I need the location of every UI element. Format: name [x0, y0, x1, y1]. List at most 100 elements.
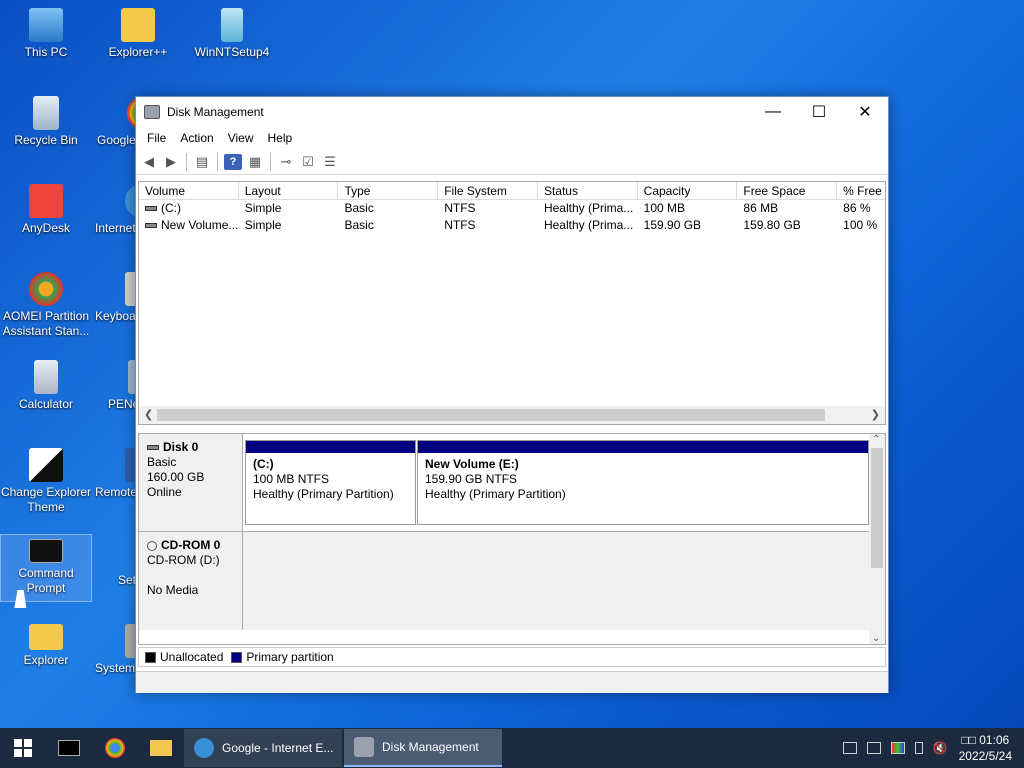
- capacity-cell: 100 MB: [643, 201, 686, 215]
- toolbar-separator: [217, 152, 218, 171]
- clock[interactable]: □□ 01:06 2022/5/24: [953, 732, 1024, 764]
- taskbar-task-disk-management[interactable]: Disk Management: [344, 729, 502, 767]
- type-cell: Basic: [344, 201, 374, 215]
- desktop-icon-calculator[interactable]: Calculator: [0, 360, 92, 412]
- desktop-icon-label: AOMEI Partition Assistant Stan...: [2, 309, 90, 338]
- desktop-icon-label: Recycle Bin: [14, 133, 78, 147]
- taskbar-explorer[interactable]: [138, 728, 184, 768]
- desktop-icon-explorer[interactable]: Explorer: [0, 624, 92, 668]
- setup-icon: [221, 8, 243, 42]
- desktop-icon-label: Internet: [95, 221, 136, 235]
- disk-icon: [147, 445, 159, 451]
- minimize-button[interactable]: —: [750, 97, 796, 127]
- chevron-up-icon[interactable]: ⌃: [872, 434, 880, 445]
- partition-size: 100 MB NTFS: [253, 472, 330, 486]
- disk-label: CD-ROM 0 CD-ROM (D:) No Media: [139, 532, 243, 630]
- network-icon[interactable]: [842, 742, 857, 754]
- drive-icon: [145, 206, 157, 212]
- desktop-icon-set-resolution[interactable]: Set Reso: [92, 536, 136, 588]
- chevron-left-icon[interactable]: ❮: [144, 408, 153, 421]
- desktop-icon-command-prompt[interactable]: Command Prompt: [0, 534, 92, 602]
- column-header-free-space[interactable]: Free Space: [737, 182, 838, 199]
- help-icon[interactable]: ?: [224, 153, 242, 170]
- desktop-icon-label: Calculator: [18, 397, 74, 411]
- desktop-icon-aomei[interactable]: AOMEI Partition Assistant Stan...: [0, 272, 92, 339]
- back-arrow-icon[interactable]: ◀: [140, 154, 158, 170]
- chevron-right-icon[interactable]: ❯: [871, 408, 880, 421]
- disk-label: Disk 0 Basic 160.00 GB Online: [139, 434, 243, 531]
- desktop-icon-anydesk[interactable]: AnyDesk: [0, 184, 92, 236]
- desktop-icon-label: Explorer: [23, 653, 69, 667]
- table-row[interactable]: (C:) Simple Basic NTFS Healthy (Prima...…: [139, 200, 885, 217]
- disk-state: Online: [147, 485, 182, 499]
- desktop-icon-explorerpp[interactable]: Explorer++: [92, 8, 184, 60]
- desktop-icon-penet[interactable]: PENe: [92, 360, 136, 412]
- terminal-icon: [29, 539, 63, 563]
- chevron-down-icon[interactable]: ⌄: [872, 633, 880, 644]
- usb-icon[interactable]: [914, 742, 923, 754]
- file-system-cell: NTFS: [444, 201, 476, 215]
- display-color-icon[interactable]: [890, 742, 905, 754]
- menu-action[interactable]: Action: [173, 131, 220, 145]
- desktop-icon-this-pc[interactable]: This PC: [0, 8, 92, 60]
- desktop-icon-recycle-bin[interactable]: Recycle Bin: [0, 96, 92, 148]
- disk-row-cd-rom-0[interactable]: CD-ROM 0 CD-ROM (D:) No Media: [139, 532, 871, 630]
- connect-disk-icon[interactable]: ⊸: [277, 154, 295, 170]
- vertical-scrollbar[interactable]: ⌃ ⌄: [869, 434, 885, 644]
- column-header-capacity[interactable]: Capacity: [638, 182, 738, 199]
- toolbar: ◀ ▶ ▤ ? ▦ ⊸ ☑ ☰: [136, 149, 888, 175]
- close-button[interactable]: ✕: [842, 97, 888, 127]
- calculator-icon: [34, 360, 58, 394]
- taskbar-task-internet-explorer[interactable]: Google - Internet E...: [184, 729, 342, 767]
- mouse-cursor-icon: [14, 590, 30, 608]
- keyboard-icon[interactable]: [866, 742, 881, 754]
- primary-partition-bar: [246, 441, 415, 453]
- desktop-icon-change-theme[interactable]: Change Explorer Theme: [0, 448, 92, 515]
- desktop-icon-internet[interactable]: Internet: [92, 184, 136, 236]
- forward-arrow-icon[interactable]: ▶: [162, 154, 180, 170]
- desktop-icon-label: Remote: [95, 485, 136, 499]
- console-tree-icon[interactable]: ▤: [193, 154, 211, 170]
- disk-name: Disk 0: [163, 440, 199, 454]
- title-bar[interactable]: Disk Management — ☐ ✕: [136, 97, 888, 127]
- desktop-icon-label: Google: [97, 133, 136, 147]
- check-icon[interactable]: ☑: [299, 154, 317, 170]
- properties-icon[interactable]: ▦: [246, 154, 264, 170]
- column-header-type[interactable]: Type: [338, 182, 439, 199]
- menu-help[interactable]: Help: [261, 131, 300, 145]
- disk-name: CD-ROM 0: [161, 538, 221, 552]
- column-header-file-system[interactable]: File System: [438, 182, 538, 199]
- status-cell: Healthy (Prima...: [543, 218, 634, 232]
- maximize-button[interactable]: ☐: [796, 97, 842, 127]
- horizontal-scrollbar[interactable]: ❮ ❯: [139, 406, 885, 424]
- desktop-icon-winntsetup[interactable]: WinNTSetup4: [186, 8, 278, 60]
- primary-swatch: [231, 651, 243, 663]
- disk-management-icon: [144, 105, 160, 119]
- column-header-percent-free[interactable]: % Free: [837, 182, 885, 199]
- table-row[interactable]: New Volume... Simple Basic NTFS Healthy …: [139, 217, 885, 234]
- volume-list-header: Volume Layout Type File System Status Ca…: [139, 182, 885, 200]
- desktop-icon-label: Command Prompt: [18, 566, 74, 595]
- scrollbar-thumb[interactable]: [871, 448, 883, 568]
- column-header-volume[interactable]: Volume: [139, 182, 239, 199]
- menu-view[interactable]: View: [221, 131, 261, 145]
- desktop-icon-label: Explorer++: [108, 45, 168, 59]
- start-button[interactable]: [0, 728, 46, 768]
- desktop-icon-system[interactable]: System: [92, 624, 136, 676]
- desktop-icon-google[interactable]: Google: [92, 96, 136, 148]
- volume-muted-icon[interactable]: 🔇: [933, 741, 948, 755]
- menu-file[interactable]: File: [140, 131, 173, 145]
- taskbar-chrome[interactable]: [92, 728, 138, 768]
- list-view-icon[interactable]: ☰: [321, 154, 339, 170]
- disk-row-disk-0[interactable]: Disk 0 Basic 160.00 GB Online (C:) 100 M…: [139, 434, 871, 532]
- desktop-icon-keyboard[interactable]: Keyboa: [92, 272, 136, 324]
- taskbar-command-prompt[interactable]: [46, 728, 92, 768]
- desktop-icon-label: WinNTSetup4: [194, 45, 270, 59]
- column-header-status[interactable]: Status: [538, 182, 638, 199]
- partition-c[interactable]: (C:) 100 MB NTFS Healthy (Primary Partit…: [245, 440, 416, 525]
- primary-partition-bar: [418, 441, 868, 453]
- desktop-icon-remote[interactable]: Remote: [92, 448, 136, 500]
- scrollbar-thumb[interactable]: [157, 409, 825, 421]
- partition-e[interactable]: New Volume (E:) 159.90 GB NTFS Healthy (…: [417, 440, 869, 525]
- column-header-layout[interactable]: Layout: [239, 182, 339, 199]
